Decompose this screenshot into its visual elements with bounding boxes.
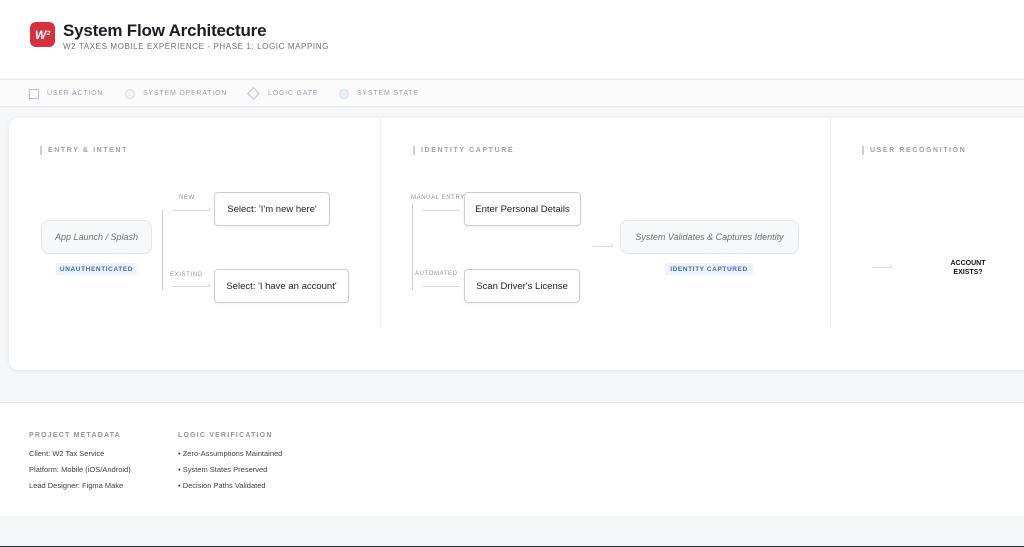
logic-verification-heading: LOGIC VERIFICATION bbox=[178, 432, 273, 439]
system-operation-swatch-icon bbox=[125, 88, 135, 99]
branch-connector bbox=[162, 210, 163, 290]
system-validates-label: System Validates & Captures Identity bbox=[635, 232, 784, 242]
existing-edge-label: EXISTING bbox=[168, 272, 205, 278]
section-entry-intent: ENTRY & INTENT App Launch / Splash UNAUT… bbox=[9, 118, 380, 370]
page-title: System Flow Architecture bbox=[63, 21, 267, 40]
legend-logic-gate-label: LOGIC GATE bbox=[268, 90, 319, 97]
select-new-user-label: Select: 'I'm new here' bbox=[227, 203, 317, 215]
account-exists-gate[interactable]: ACCOUNT EXISTS? bbox=[935, 235, 1001, 301]
manual-branch-line bbox=[422, 210, 460, 211]
scan-drivers-license-node[interactable]: Scan Driver's License bbox=[464, 269, 580, 303]
capture-branch-connector bbox=[412, 204, 413, 290]
legend-system-state: SYSTEM STATE bbox=[339, 80, 419, 107]
legend-user-action-label: USER ACTION bbox=[47, 90, 104, 97]
flow-canvas: ENTRY & INTENT App Launch / Splash UNAUT… bbox=[9, 118, 1024, 370]
legend-system-operation-label: SYSTEM OPERATION bbox=[143, 90, 228, 97]
metadata-client: Client: W2 Tax Service bbox=[29, 449, 105, 458]
legend-system-operation: SYSTEM OPERATION bbox=[125, 80, 227, 107]
section-user-recognition: USER RECOGNITION › ACCOUNT EXISTS? bbox=[831, 118, 1024, 370]
metadata-lead-designer: Lead Designer: Figma Make bbox=[29, 481, 124, 490]
section-entry-heading: ENTRY & INTENT bbox=[40, 145, 128, 155]
system-validates-node[interactable]: System Validates & Captures Identity bbox=[620, 220, 799, 254]
scan-drivers-license-label: Scan Driver's License bbox=[476, 280, 568, 292]
account-exists-label: ACCOUNT EXISTS? bbox=[951, 259, 986, 277]
legend-bar: USER ACTION SYSTEM OPERATION LOGIC GATE … bbox=[0, 80, 1024, 107]
project-footer: PROJECT METADATA Client: W2 Tax Service … bbox=[0, 402, 1024, 516]
project-metadata-heading: PROJECT METADATA bbox=[29, 432, 121, 439]
verification-item: • Zero-Assumptions Maintained bbox=[178, 449, 283, 458]
new-branch-line bbox=[172, 210, 210, 211]
section-marker-icon bbox=[413, 145, 415, 155]
logic-gate-swatch-icon bbox=[247, 87, 260, 100]
section-entry-title: ENTRY & INTENT bbox=[48, 146, 128, 154]
identity-captured-state-badge: IDENTITY CAPTURED bbox=[665, 263, 753, 275]
bottom-strip bbox=[0, 516, 1024, 547]
enter-personal-details-node[interactable]: Enter Personal Details bbox=[464, 192, 581, 226]
chevron-right-icon: › bbox=[611, 242, 614, 249]
chevron-right-icon: › bbox=[208, 206, 211, 213]
select-existing-account-label: Select: 'I have an account' bbox=[226, 280, 337, 292]
chevron-right-icon: › bbox=[208, 282, 211, 289]
gate-label-line-1: ACCOUNT bbox=[950, 260, 986, 267]
section-marker-icon bbox=[862, 145, 864, 155]
legend-logic-gate: LOGIC GATE bbox=[247, 80, 318, 107]
select-existing-account-node[interactable]: Select: 'I have an account' bbox=[214, 269, 349, 303]
manual-entry-edge-label: MANUAL ENTRY bbox=[409, 195, 467, 201]
chevron-right-icon: › bbox=[890, 263, 893, 270]
metadata-platform: Platform: Mobile (iOS/Android) bbox=[29, 465, 131, 474]
app-launch-node[interactable]: App Launch / Splash bbox=[41, 220, 152, 254]
unauthenticated-state-badge: UNAUTHENTICATED bbox=[56, 263, 137, 275]
enter-personal-details-label: Enter Personal Details bbox=[475, 203, 570, 215]
gate-incoming-line bbox=[872, 267, 892, 268]
section-identity-capture: IDENTITY CAPTURE MANUAL ENTRY AUTOMATED … bbox=[381, 118, 830, 370]
validate-incoming-line bbox=[593, 246, 613, 247]
new-edge-label: NEW bbox=[177, 195, 197, 201]
select-new-user-node[interactable]: Select: 'I'm new here' bbox=[214, 192, 330, 226]
gate-label-line-2: EXISTS? bbox=[953, 269, 983, 276]
user-action-swatch-icon bbox=[29, 88, 39, 99]
app-launch-label: App Launch / Splash bbox=[54, 232, 139, 242]
page-subtitle: W2 TAXES MOBILE EXPERIENCE - PHASE 1: LO… bbox=[63, 42, 329, 51]
automated-edge-label: AUTOMATED bbox=[413, 271, 460, 277]
verification-item: • Decision Paths Validated bbox=[178, 481, 266, 490]
section-recognition-title: USER RECOGNITION bbox=[870, 146, 967, 154]
system-state-swatch-icon bbox=[339, 88, 349, 99]
verification-item: • System States Preserved bbox=[178, 465, 268, 474]
section-identity-heading: IDENTITY CAPTURE bbox=[413, 145, 514, 155]
existing-branch-line bbox=[172, 286, 210, 287]
section-recognition-heading: USER RECOGNITION bbox=[862, 145, 966, 155]
legend-system-state-label: SYSTEM STATE bbox=[357, 90, 419, 97]
section-marker-icon bbox=[40, 145, 42, 155]
section-identity-title: IDENTITY CAPTURE bbox=[421, 146, 515, 154]
page-header: W² System Flow Architecture W2 TAXES MOB… bbox=[0, 0, 1024, 80]
legend-user-action: USER ACTION bbox=[29, 80, 103, 107]
automated-branch-line bbox=[422, 286, 460, 287]
w2-logo: W² bbox=[30, 22, 55, 47]
